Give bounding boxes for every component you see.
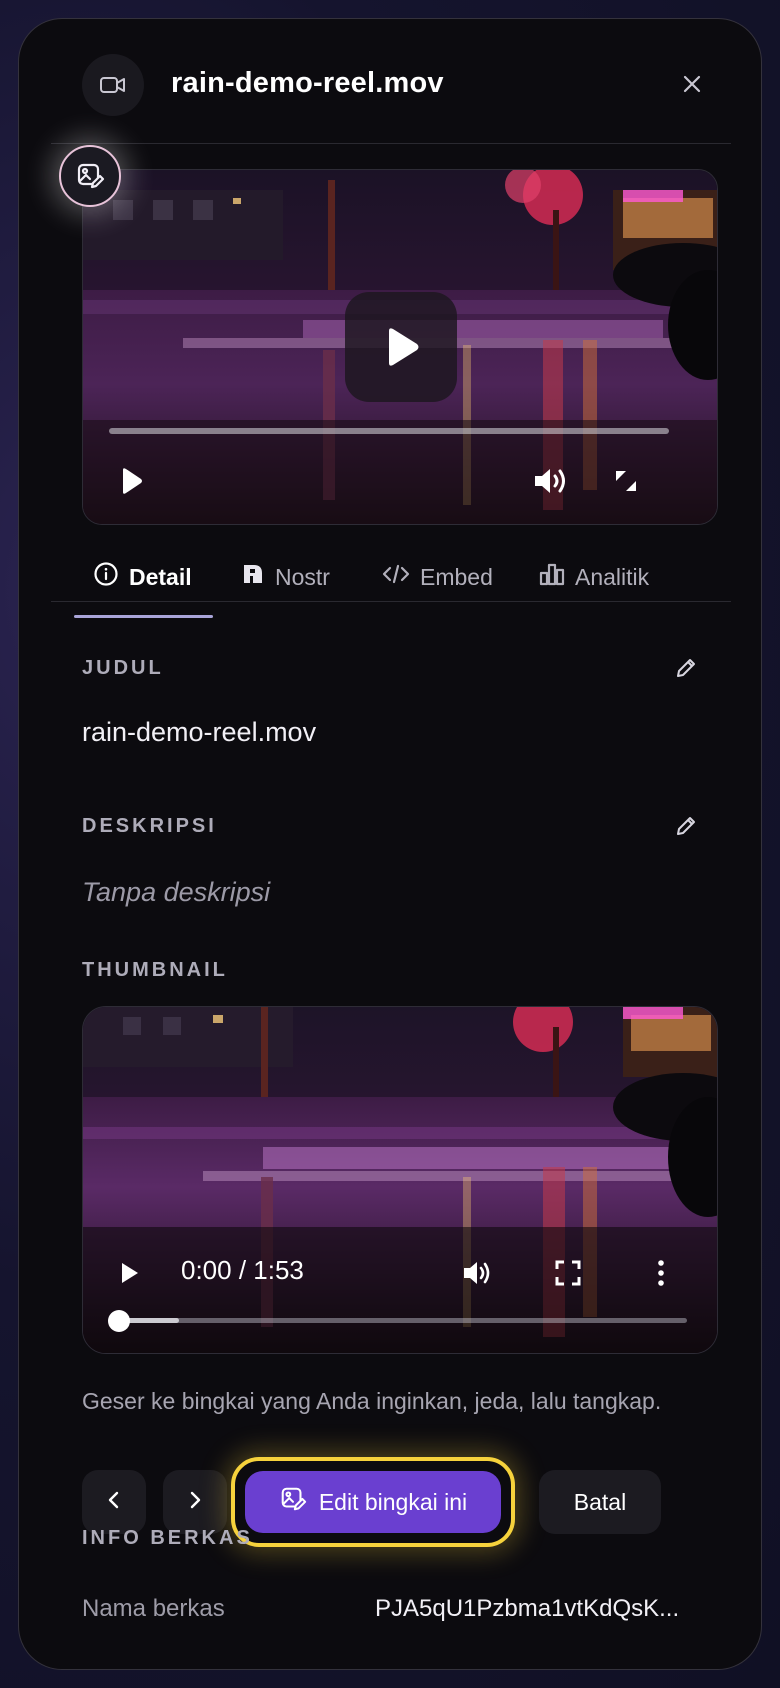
chevron-right-icon bbox=[188, 1490, 202, 1515]
play-button[interactable] bbox=[345, 292, 457, 402]
thumbnail-video-player[interactable]: 0:00 / 1:53 bbox=[82, 1006, 718, 1354]
tab-analitik[interactable]: Analitik bbox=[539, 539, 649, 615]
tab-label: Detail bbox=[129, 563, 192, 590]
image-edit-icon bbox=[279, 1485, 307, 1519]
nostr-icon bbox=[241, 562, 265, 592]
thumbnail-frame bbox=[83, 1007, 717, 1353]
thumbnail-fullscreen-icon[interactable] bbox=[553, 1257, 583, 1289]
tab-nostr[interactable]: Nostr bbox=[241, 539, 330, 615]
info-circle-icon bbox=[93, 561, 119, 593]
previous-frame-button[interactable] bbox=[82, 1470, 146, 1534]
tab-detail[interactable]: Detail bbox=[93, 539, 192, 615]
edit-frame-button[interactable]: Edit bingkai ini bbox=[245, 1471, 501, 1533]
tab-label: Analitik bbox=[575, 563, 650, 590]
title-value: rain-demo-reel.mov bbox=[82, 717, 317, 747]
tab-bar: Detail Nostr Embed Analitik bbox=[19, 539, 761, 621]
play-icon[interactable] bbox=[117, 464, 147, 498]
thumbnail-volume-icon[interactable] bbox=[461, 1257, 495, 1289]
close-icon[interactable] bbox=[675, 67, 709, 101]
video-details-panel: rain-demo-reel.mov Detail Nostr Embed An… bbox=[18, 18, 762, 1670]
next-frame-button[interactable] bbox=[163, 1470, 227, 1534]
video-progress-bar[interactable] bbox=[109, 428, 669, 434]
chevron-left-icon bbox=[107, 1490, 121, 1515]
volume-icon[interactable] bbox=[531, 464, 571, 498]
edit-description-pencil-icon[interactable] bbox=[671, 811, 701, 841]
description-section-label: DESKRIPSI bbox=[82, 815, 217, 837]
title-section-label: JUDUL bbox=[82, 657, 164, 679]
tabs-divider bbox=[51, 601, 731, 602]
image-edit-icon[interactable] bbox=[59, 145, 121, 207]
thumbnail-seek-handle[interactable] bbox=[108, 1310, 130, 1332]
tab-label: Nostr bbox=[275, 563, 330, 590]
active-tab-indicator bbox=[74, 615, 213, 618]
edit-title-pencil-icon[interactable] bbox=[671, 653, 701, 683]
file-info-section-label: INFO BERKAS bbox=[82, 1527, 253, 1549]
description-value: Tanpa deskripsi bbox=[82, 877, 271, 907]
tab-label: Embed bbox=[420, 563, 493, 590]
panel-header: rain-demo-reel.mov bbox=[19, 19, 761, 143]
thumbnail-section-label: THUMBNAIL bbox=[82, 959, 228, 981]
thumbnail-time-display: 0:00 / 1:53 bbox=[181, 1255, 304, 1285]
file-name-value: PJA5qU1Pzbma1vtKdQsK... bbox=[375, 1595, 680, 1622]
bar-chart-icon bbox=[539, 562, 565, 592]
thumbnail-hint: Geser ke bingkai yang Anda inginkan, jed… bbox=[82, 1388, 662, 1414]
video-player[interactable] bbox=[82, 169, 718, 525]
header-divider bbox=[51, 143, 731, 144]
fullscreen-icon[interactable] bbox=[609, 464, 643, 498]
code-icon bbox=[382, 563, 410, 591]
file-name-label: Nama berkas bbox=[82, 1595, 225, 1622]
page-title: rain-demo-reel.mov bbox=[171, 67, 444, 99]
thumbnail-play-icon[interactable] bbox=[117, 1257, 143, 1289]
video-camera-icon bbox=[82, 54, 144, 116]
more-options-icon[interactable] bbox=[651, 1257, 671, 1289]
tab-embed[interactable]: Embed bbox=[382, 539, 493, 615]
thumbnail-seek-bar[interactable] bbox=[108, 1310, 687, 1332]
cancel-button[interactable]: Batal bbox=[539, 1470, 661, 1534]
edit-frame-label: Edit bingkai ini bbox=[318, 1488, 468, 1515]
